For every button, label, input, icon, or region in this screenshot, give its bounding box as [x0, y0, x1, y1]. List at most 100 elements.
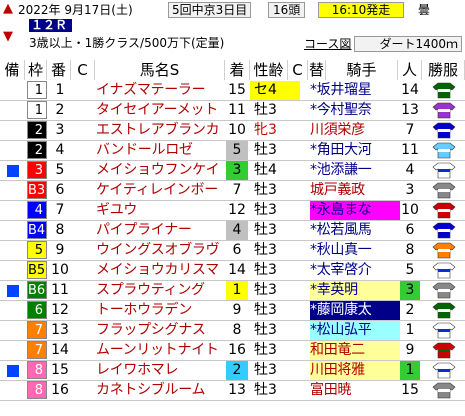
- table-row[interactable]: 8 16 カネトシブルーム 13 牡3 富田暁 15: [0, 381, 465, 401]
- horse-name-link[interactable]: メイショウフンケイ: [96, 161, 224, 180]
- table-row[interactable]: 2 3 エストレアブランカ 10 牝3 川須栄彦 7: [0, 121, 465, 141]
- check-cell[interactable]: [72, 161, 94, 180]
- waku-badge: B6: [27, 281, 47, 299]
- table-row[interactable]: 7 13 フラップシグナス 8 牡3 *松山弘平 1: [0, 321, 465, 341]
- popularity: 14: [401, 82, 419, 98]
- jockey-silk-icon: [432, 222, 456, 239]
- jockey-name-link[interactable]: *秋山真一: [310, 241, 400, 260]
- finish-position: 9: [232, 302, 242, 318]
- table-row[interactable]: B6 11 スプラウティング 1 牡3 *幸英明 3: [0, 281, 465, 301]
- finish-position: 4: [226, 221, 248, 240]
- jockey-name-link[interactable]: *今村聖奈: [310, 101, 400, 120]
- horse-name-link[interactable]: ムーンリットナイト: [96, 341, 224, 360]
- horse-name-link[interactable]: トーホウラデン: [96, 301, 224, 320]
- jockey-name-link[interactable]: *角田大河: [310, 141, 400, 160]
- jockey-name-link[interactable]: *太宰啓介: [310, 261, 400, 280]
- jockey-name-link[interactable]: 富田暁: [310, 381, 400, 400]
- jockey-name-link[interactable]: 川田将雅: [310, 361, 400, 380]
- check-cell[interactable]: [72, 341, 94, 360]
- table-row[interactable]: B4 8 パイプライナー 4 牡3 *松若風馬 6: [0, 221, 465, 241]
- jockey-name-link[interactable]: 城戸義政: [310, 181, 400, 200]
- jockey-name-link[interactable]: *藤岡康太: [310, 301, 400, 320]
- col-bikou: 備: [0, 60, 25, 80]
- table-row[interactable]: 2 4 バンドールロゼ 5 牡3 *角田大河 11: [0, 141, 465, 161]
- kaisai-label: 5回中京3日目: [168, 2, 252, 18]
- bikou-cell: [0, 221, 22, 240]
- horse-name-link[interactable]: フラップシグナス: [96, 321, 224, 340]
- horse-number: 1: [55, 82, 65, 98]
- popularity: 13: [401, 102, 419, 118]
- horse-name-link[interactable]: ウイングスオブラヴ: [96, 241, 224, 260]
- jockey-name-link[interactable]: *永島まな: [310, 201, 400, 220]
- horse-name-link[interactable]: バンドールロゼ: [96, 141, 224, 160]
- check-cell[interactable]: [72, 281, 94, 300]
- table-row[interactable]: 1 2 タイセイアーメット 11 牡3 *今村聖奈 13: [0, 101, 465, 121]
- check-cell[interactable]: [72, 101, 94, 120]
- check-cell[interactable]: [72, 301, 94, 320]
- table-row[interactable]: 6 12 トーホウラデン 9 牡3 *藤岡康太 2: [0, 301, 465, 321]
- jockey-silk-icon: [432, 382, 456, 399]
- jockey-name-link[interactable]: *坂井瑠星: [310, 81, 400, 100]
- table-row[interactable]: B5 10 メイショウカリスマ 14 牡3 *太宰啓介 5: [0, 261, 465, 281]
- check-cell[interactable]: [72, 261, 94, 280]
- jockey-name-link[interactable]: 和田竜二: [310, 341, 400, 360]
- jockey-silk-icon: [432, 162, 456, 179]
- horse-name-link[interactable]: タイセイアーメット: [96, 101, 224, 120]
- finish-position: 15: [228, 82, 246, 98]
- table-row[interactable]: 8 15 レイワホマレ 2 牡3 川田将雅 1: [0, 361, 465, 381]
- waku-badge: 1: [27, 101, 47, 119]
- table-row[interactable]: 3 5 メイショウフンケイ 3 牡4 *池添謙一 4: [0, 161, 465, 181]
- table-row[interactable]: 1 1 イナズマテーラー 15 セ4 *坂井瑠星 14: [0, 81, 465, 101]
- jockey-name-link[interactable]: *松若風馬: [310, 221, 400, 240]
- horse-number: 4: [55, 142, 65, 158]
- horse-name-link[interactable]: スプラウティング: [96, 281, 224, 300]
- distance: ダート1400ｍ: [354, 36, 462, 52]
- col-waku: 枠: [25, 60, 47, 80]
- horse-name-link[interactable]: イナズマテーラー: [96, 81, 224, 100]
- horse-name-link[interactable]: カネトシブルーム: [96, 381, 224, 400]
- jockey-silk-icon: [432, 362, 456, 379]
- table-row[interactable]: 5 9 ウイングスオブラヴ 6 牡3 *秋山真一 8: [0, 241, 465, 261]
- horse-name-link[interactable]: ケイティレインボー: [96, 181, 224, 200]
- prev-race-arrow-icon[interactable]: ▲: [3, 2, 13, 15]
- jockey-name-link[interactable]: *松山弘平: [310, 321, 400, 340]
- horse-name-link[interactable]: エストレアブランカ: [96, 121, 224, 140]
- check-cell[interactable]: [72, 221, 94, 240]
- check-cell[interactable]: [72, 141, 94, 160]
- next-race-arrow-icon[interactable]: ▼: [3, 30, 13, 43]
- col-ninki: 人: [398, 60, 422, 80]
- horse-name-link[interactable]: レイワホマレ: [96, 361, 224, 380]
- popularity: 10: [401, 202, 419, 218]
- col-sei-rei: 性齢: [250, 60, 288, 80]
- waku-badge: B5: [27, 261, 47, 279]
- popularity: 2: [405, 302, 415, 318]
- check-cell[interactable]: [72, 181, 94, 200]
- horse-name-link[interactable]: ギユウ: [96, 201, 224, 220]
- jockey-name-link[interactable]: *幸英明: [310, 281, 400, 300]
- horse-name-link[interactable]: メイショウカリスマ: [96, 261, 224, 280]
- horse-name-link[interactable]: パイプライナー: [96, 221, 224, 240]
- table-row[interactable]: B3 6 ケイティレインボー 7 牡3 城戸義政 3: [0, 181, 465, 201]
- check-cell[interactable]: [72, 121, 94, 140]
- check-cell[interactable]: [72, 361, 94, 380]
- waku-badge: 4: [27, 201, 47, 219]
- table-row[interactable]: 7 14 ムーンリットナイト 16 牡3 和田竜二 9: [0, 341, 465, 361]
- course-map-link[interactable]: コース図: [304, 37, 351, 51]
- jockey-name-link[interactable]: *池添謙一: [310, 161, 400, 180]
- col-horse-name: 馬名S: [95, 60, 225, 80]
- table-row[interactable]: 4 7 ギユウ 12 牡3 *永島まな 10: [0, 201, 465, 221]
- weather: 曇: [418, 3, 431, 17]
- check-cell[interactable]: [72, 321, 94, 340]
- waku-badge: 6: [27, 301, 47, 319]
- race-card: ▲ ▼ 2022年 9月17日(土) 5回中京3日目 16頭 16:10発走 曇…: [0, 0, 465, 416]
- check-cell[interactable]: [72, 81, 94, 100]
- jockey-name-link[interactable]: 川須栄彦: [310, 121, 400, 140]
- jockey-change-mark: [292, 301, 310, 320]
- popularity: 9: [405, 342, 415, 358]
- popularity: 4: [405, 162, 415, 178]
- waku-badge: 2: [27, 141, 47, 159]
- check-cell[interactable]: [72, 201, 94, 220]
- check-cell[interactable]: [72, 241, 94, 260]
- check-cell[interactable]: [72, 381, 94, 400]
- bikou-cell: [0, 321, 22, 340]
